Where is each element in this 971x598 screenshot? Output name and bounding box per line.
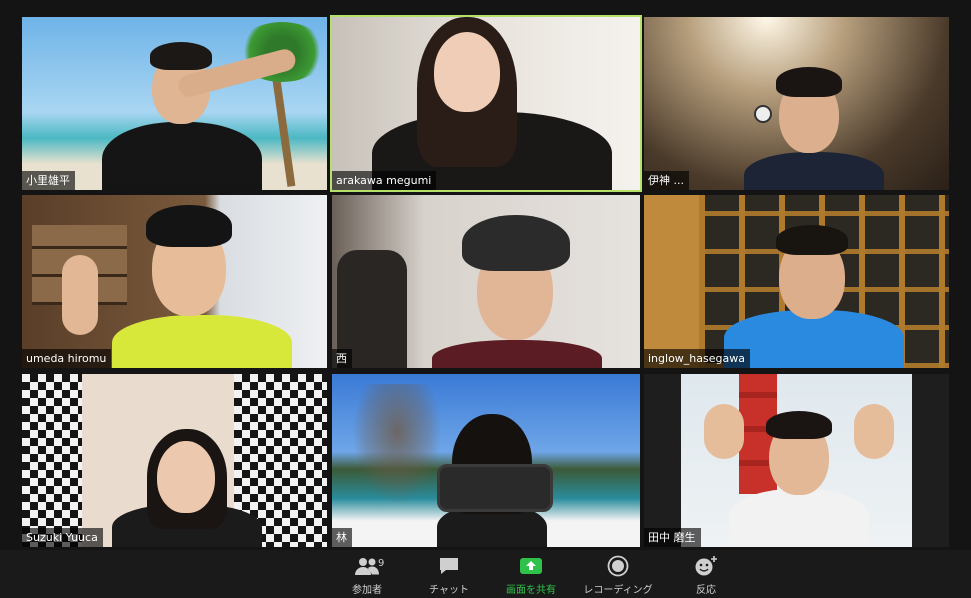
checkered-curtain-left — [22, 374, 82, 547]
video-tile-active-speaker[interactable]: arakawa megumi — [330, 15, 642, 192]
share-screen-label: 画面を共有 — [506, 585, 556, 596]
participants-icon — [355, 558, 379, 575]
video-tile[interactable]: 小里雄平 — [22, 17, 327, 190]
share-screen-button[interactable]: 画面を共有 — [486, 554, 576, 596]
participant-name: 西 — [332, 349, 352, 368]
participants-count: 9 — [378, 558, 385, 569]
participant-figure — [704, 399, 894, 547]
participants-label: 参加者 — [352, 585, 382, 596]
participant-name: inglow_hasegawa — [644, 349, 750, 368]
participant-name: Suzuki Yuuca — [22, 528, 103, 547]
participant-name: 伊神 ... — [644, 171, 689, 190]
video-tile[interactable]: Suzuki Yuuca — [22, 374, 327, 547]
record-icon — [607, 555, 629, 577]
participant-name: 小里雄平 — [22, 171, 75, 190]
video-tile[interactable]: 伊神 ... — [644, 17, 949, 190]
participant-figure — [734, 62, 894, 190]
participant-figure — [62, 200, 302, 368]
share-screen-icon — [520, 558, 542, 574]
participant-name: 林 — [332, 528, 352, 547]
participants-button[interactable]: 9 参加者 — [322, 554, 412, 596]
reactions-button[interactable]: 反応 — [661, 554, 751, 596]
chat-icon — [440, 558, 458, 574]
participant-figure — [427, 414, 557, 547]
game-console — [437, 464, 553, 512]
video-tile[interactable]: 西 — [332, 195, 640, 368]
participant-figure — [422, 205, 602, 368]
video-tile[interactable]: inglow_hasegawa — [644, 195, 949, 368]
reactions-label: 反応 — [696, 585, 716, 596]
video-grid: 小里雄平 arakawa megumi 伊神 ... umeda hiromu … — [22, 15, 949, 547]
participant-name: 田中 磨生 — [644, 528, 701, 547]
record-button[interactable]: レコーディング — [573, 554, 663, 596]
emoji-plus-icon — [695, 556, 717, 576]
video-tile[interactable]: 林 — [332, 374, 640, 547]
chat-button[interactable]: チャット — [404, 554, 494, 596]
video-tile[interactable]: umeda hiromu — [22, 195, 327, 368]
participant-name: umeda hiromu — [22, 349, 112, 368]
meeting-toolbar: 9 参加者 チャット 画面を共有 レコーディング 反応 — [0, 550, 971, 598]
record-label: レコーディング — [583, 585, 653, 596]
participant-figure — [724, 220, 904, 368]
participant-figure — [372, 17, 612, 190]
participant-figure — [92, 37, 298, 190]
participant-name: arakawa megumi — [332, 171, 437, 190]
participant-figure — [112, 429, 262, 547]
video-tile[interactable]: 田中 磨生 — [644, 374, 949, 547]
chat-label: チャット — [429, 585, 469, 596]
